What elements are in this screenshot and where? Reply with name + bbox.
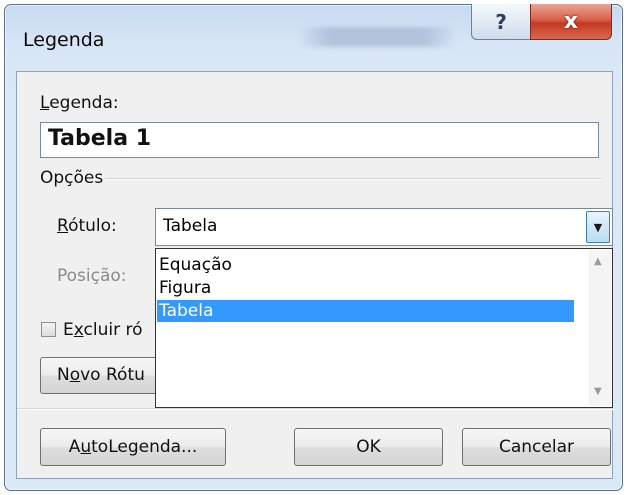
caption-dialog-window: Legenda ? x Legenda: Tabela 1 Opções Rót… (4, 4, 623, 491)
scroll-down-icon[interactable]: ▼ (594, 386, 602, 397)
list-item-selected[interactable]: Tabela (157, 300, 574, 322)
dropdown-button[interactable]: ▼ (586, 211, 610, 243)
options-group-line (105, 178, 601, 180)
label-combobox-value: Tabela (163, 216, 218, 236)
caption-input[interactable]: Tabela 1 (40, 122, 599, 158)
close-icon: x (563, 9, 579, 34)
exclude-label-checkbox[interactable] (41, 322, 56, 337)
label-field-label: Rótulo: (57, 216, 117, 236)
exclude-label-text: Excluir ró (63, 320, 143, 340)
help-icon: ? (495, 9, 507, 34)
position-label: Posição: (57, 266, 127, 286)
help-button[interactable]: ? (471, 4, 531, 40)
ok-button[interactable]: OK (294, 428, 443, 466)
caption-input-value: Tabela 1 (48, 126, 152, 151)
dialog-body: Legenda: Tabela 1 Opções Rótulo: Tabela … (16, 71, 614, 479)
autocaption-button[interactable]: AutoLegenda... (40, 428, 226, 466)
list-item[interactable]: Figura (157, 277, 574, 299)
dropdown-arrow-icon: ▼ (593, 220, 603, 234)
cancel-button[interactable]: Cancelar (462, 428, 611, 466)
close-button[interactable]: x (530, 4, 612, 40)
dialog-title: Legenda (23, 29, 105, 51)
label-combobox[interactable]: Tabela ▼ (155, 208, 613, 246)
caption-label: Legenda: (40, 93, 119, 113)
options-group-label: Opções (40, 168, 104, 188)
list-item[interactable]: Equação (157, 254, 574, 276)
separator (17, 408, 614, 410)
label-dropdown-list[interactable]: Equação Figura Tabela ▲ ▼ (155, 248, 613, 408)
scroll-up-icon[interactable]: ▲ (594, 256, 602, 267)
scrollbar[interactable]: ▲ ▼ (589, 250, 611, 406)
title-bar[interactable]: Legenda ? x (5, 4, 622, 75)
blurred-background-text (297, 27, 457, 47)
